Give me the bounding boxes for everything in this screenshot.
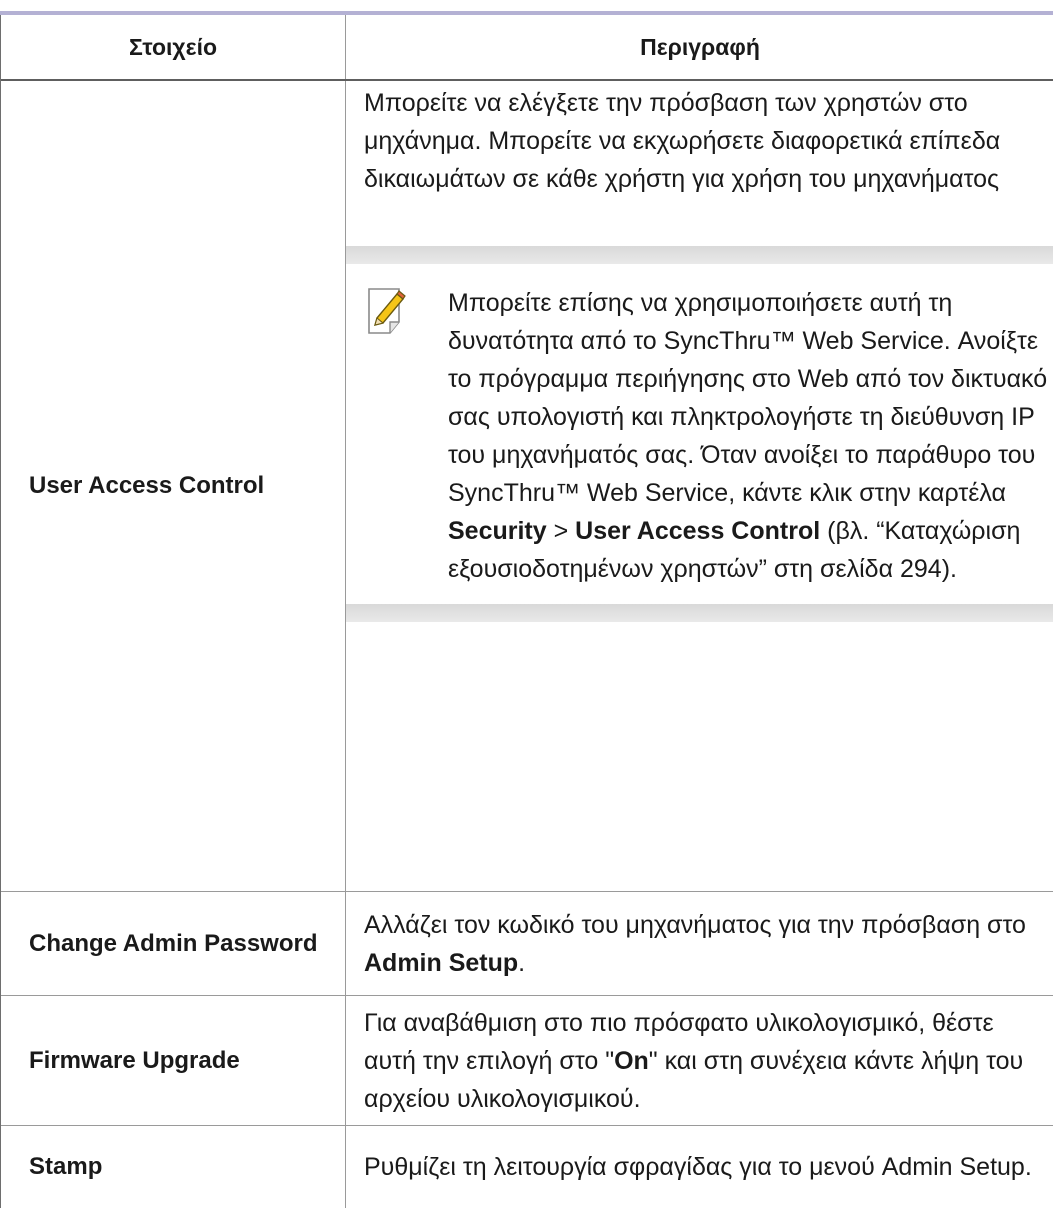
security-tab-name: Security [448, 517, 547, 545]
table-row: Firmware Upgrade Για αναβάθμιση στο πιο … [1, 996, 1053, 1126]
user-access-control-menu-name: User Access Control [575, 517, 821, 545]
header-description: Περιγραφή [640, 34, 760, 60]
header-item: Στοιχείο [1, 15, 346, 79]
note-box: Μπορείτε επίσης να χρησιμοποιήσετε αυτή … [346, 246, 1053, 622]
row-item-change-admin-password: Change Admin Password [1, 892, 346, 995]
note-pencil-icon [346, 284, 430, 588]
row-description: Ρυθμίζει τη λειτουργία σφραγίδας για το … [346, 1126, 1053, 1208]
description-text: Αλλάζει τον κωδικό του μηχανήματος για τ… [364, 910, 1026, 977]
row-item-stamp: Stamp [1, 1126, 346, 1208]
row-description: Για αναβάθμιση στο πιο πρόσφατο υλικολογ… [346, 996, 1053, 1125]
note-text: Μπορείτε επίσης να χρησιμοποιήσετε αυτή … [448, 289, 1048, 583]
note-bottom-bar [346, 604, 1053, 622]
table-header-row: Στοιχείο Περιγραφή [1, 15, 1053, 81]
row-item-firmware-upgrade: Firmware Upgrade [1, 996, 346, 1125]
note-top-bar [346, 246, 1053, 264]
description-text: Μπορείτε να ελέγξετε την πρόσβαση των χρ… [364, 89, 1001, 193]
description-text: Για αναβάθμιση στο πιο πρόσφατο υλικολογ… [364, 1008, 1024, 1113]
table-row: User Access Control Μπορείτε να ελέγξετε… [1, 81, 1053, 892]
row-description: Μπορείτε να ελέγξετε την πρόσβαση των χρ… [346, 81, 1053, 891]
description-text: Ρυθμίζει τη λειτουργία σφραγίδας για το … [364, 1153, 1032, 1181]
table-row: Stamp Ρυθμίζει τη λειτουργία σφραγίδας γ… [1, 1126, 1053, 1208]
row-item-user-access-control: User Access Control [1, 81, 346, 891]
settings-table: Στοιχείο Περιγραφή User Access Control Μ… [0, 15, 1053, 1208]
table-row: Change Admin Password Αλλάζει τον κωδικό… [1, 892, 1053, 996]
row-description: Αλλάζει τον κωδικό του μηχανήματος για τ… [346, 892, 1053, 995]
